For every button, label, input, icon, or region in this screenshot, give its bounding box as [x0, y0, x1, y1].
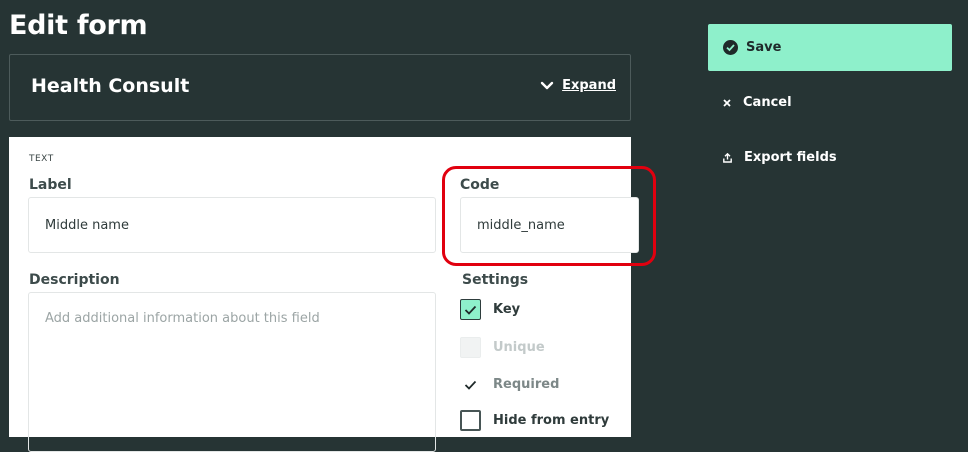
- required-checkbox[interactable]: [460, 374, 481, 395]
- code-input[interactable]: middle_name: [460, 197, 639, 253]
- export-fields-label: Export fields: [744, 150, 837, 165]
- description-placeholder: Add additional information about this fi…: [45, 311, 320, 326]
- export-icon: [723, 152, 732, 163]
- export-fields-button[interactable]: Export fields: [708, 134, 952, 181]
- check-icon: [464, 380, 477, 390]
- setting-required[interactable]: Required: [460, 374, 559, 395]
- code-input-value: middle_name: [477, 217, 565, 233]
- unique-checkbox: [460, 337, 481, 358]
- field-type-tag: TEXT: [29, 154, 54, 164]
- code-heading: Code: [460, 177, 500, 193]
- label-input[interactable]: Middle name: [28, 197, 436, 253]
- check-icon: [464, 305, 477, 315]
- save-label: Save: [746, 40, 782, 55]
- form-name: Health Consult: [31, 75, 190, 97]
- hide-from-entry-label: Hide from entry: [493, 413, 610, 428]
- settings-heading: Settings: [462, 272, 529, 288]
- setting-key[interactable]: Key: [460, 299, 520, 320]
- key-checkbox[interactable]: [460, 299, 481, 320]
- chevron-down-icon: [540, 81, 554, 89]
- save-button[interactable]: Save: [708, 24, 952, 71]
- label-heading: Label: [29, 177, 72, 193]
- close-icon: [723, 98, 731, 107]
- label-input-value: Middle name: [45, 217, 129, 233]
- cancel-button[interactable]: Cancel: [708, 79, 952, 126]
- unique-label: Unique: [493, 340, 545, 355]
- description-textarea[interactable]: Add additional information about this fi…: [28, 292, 436, 452]
- key-label: Key: [493, 302, 521, 317]
- check-circle-icon: [723, 40, 738, 55]
- required-label: Required: [493, 377, 560, 392]
- expand-label: Expand: [562, 78, 616, 93]
- page-title: Edit form: [9, 10, 148, 41]
- description-heading: Description: [29, 272, 120, 288]
- form-header: Health Consult Expand: [9, 54, 631, 121]
- expand-button[interactable]: Expand: [540, 78, 616, 93]
- setting-unique: Unique: [460, 337, 545, 358]
- setting-hide-from-entry[interactable]: Hide from entry: [460, 410, 609, 431]
- hide-from-entry-checkbox[interactable]: [460, 410, 481, 431]
- cancel-label: Cancel: [743, 95, 792, 110]
